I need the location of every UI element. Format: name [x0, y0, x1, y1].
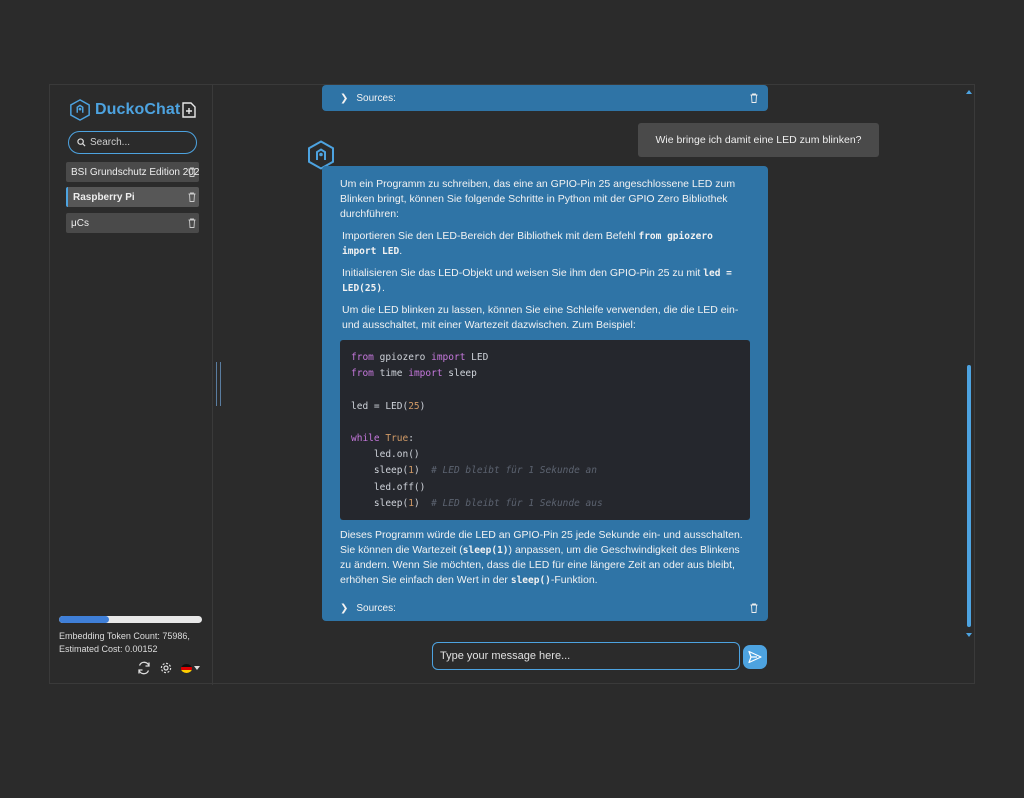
sources-label: Sources: [356, 602, 396, 614]
brand: DuckoChat [69, 99, 180, 121]
sources-toggle[interactable]: ❯ Sources: [322, 85, 768, 111]
search-icon [77, 138, 86, 147]
user-message-text: Wie bringe ich damit eine LED zum blinke… [655, 134, 862, 146]
embedding-progress-bar [59, 616, 202, 623]
sidebar: DuckoChat BSI Grundschutz Edition 2023 R… [50, 85, 213, 685]
sidebar-footer [137, 661, 200, 675]
ducko-logo-icon [70, 99, 90, 121]
scroll-down-arrow[interactable] [966, 633, 972, 637]
code-line: led.off() [351, 481, 426, 493]
embedding-progress-fill [59, 616, 110, 623]
chat-scrollbar[interactable] [965, 90, 972, 637]
trash-icon[interactable] [750, 93, 758, 103]
token-count: Embedding Token Count: 75986, [59, 631, 190, 641]
message-input-row [432, 642, 742, 671]
trash-icon[interactable] [188, 218, 196, 228]
previous-ai-message: ❯ Sources: [322, 85, 768, 111]
sources-label: Sources: [356, 92, 396, 104]
chevron-down-icon [194, 666, 200, 670]
ai-outro: Dieses Programm würde die LED an GPIO-Pi… [340, 529, 743, 587]
chevron-right-icon: ❯ [340, 92, 349, 104]
ai-message: Um ein Programm zu schreiben, das eine a… [322, 166, 768, 622]
chat-area: ❯ Sources: Wie bringe ich damit eine LED… [227, 85, 975, 685]
user-message: Wie bringe ich damit eine LED zum blinke… [638, 123, 879, 157]
code-line: led = LED(25) [351, 400, 426, 412]
gear-icon[interactable] [159, 661, 173, 675]
ai-step-1: Importieren Sie den LED-Bereich der Bibl… [342, 230, 713, 257]
code-line: led.on() [351, 449, 420, 461]
chat-item-bsi[interactable]: BSI Grundschutz Edition 2023 [66, 162, 199, 182]
ai-step-2: Initialisieren Sie das LED-Objekt und we… [342, 267, 732, 294]
send-button[interactable] [743, 645, 767, 669]
chat-item-label: Raspberry Pi [73, 191, 135, 203]
german-flag-icon [181, 663, 192, 673]
estimated-cost: Estimated Cost: 0.00152 [59, 644, 158, 654]
code-line: while True: [351, 433, 414, 445]
chat-item-raspberry-pi[interactable]: Raspberry Pi [66, 187, 199, 207]
code-line: from gpiozero import LED [351, 352, 489, 363]
app-window: DuckoChat BSI Grundschutz Edition 2023 R… [49, 84, 975, 685]
scrollbar-thumb[interactable] [967, 365, 971, 627]
trash-icon[interactable] [188, 192, 196, 202]
code-block: from gpiozero import LED from time import… [340, 340, 750, 521]
sidebar-resize-handle[interactable] [216, 362, 221, 406]
search-box[interactable] [68, 131, 197, 154]
embedding-stats: Embedding Token Count: 75986, Estimated … [59, 630, 190, 656]
send-icon [748, 650, 762, 664]
ai-step-3: Um die LED blinken zu lassen, können Sie… [342, 304, 739, 331]
code-line: from time import sleep [351, 368, 477, 380]
trash-icon[interactable] [750, 603, 758, 613]
search-input[interactable] [90, 137, 185, 148]
code-line: sleep(1) # LED bleibt für 1 Sekunde aus [351, 497, 603, 509]
chat-item-label: μCs [71, 217, 89, 229]
new-chat-icon[interactable] [182, 102, 196, 118]
refresh-icon[interactable] [137, 661, 151, 675]
message-input[interactable] [432, 642, 740, 670]
sources-toggle[interactable]: ❯ Sources: [322, 595, 768, 621]
scroll-up-arrow[interactable] [966, 90, 972, 94]
ai-intro: Um ein Programm zu schreiben, das eine a… [340, 178, 736, 220]
brand-name: DuckoChat [95, 101, 181, 118]
trash-icon[interactable] [188, 167, 196, 177]
chat-item-ucs[interactable]: μCs [66, 213, 199, 233]
language-selector[interactable] [181, 663, 200, 673]
chevron-right-icon: ❯ [340, 602, 349, 614]
code-line: sleep(1) # LED bleibt für 1 Sekunde an [351, 465, 597, 477]
chat-item-label: BSI Grundschutz Edition 2023 [71, 166, 199, 178]
